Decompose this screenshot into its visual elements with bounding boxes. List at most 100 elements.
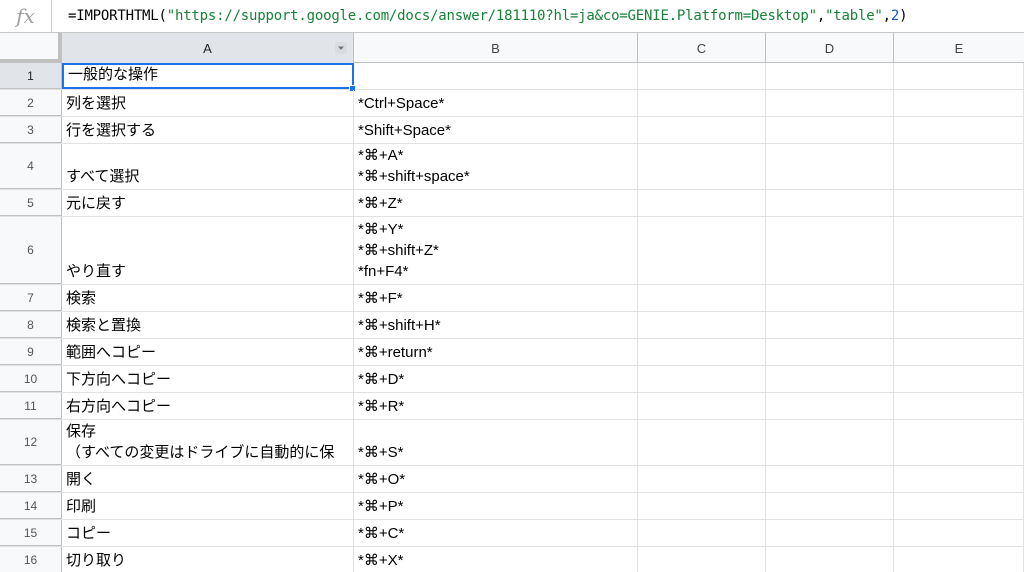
cell-a[interactable]: 元に戻す <box>62 190 354 216</box>
row-header[interactable]: 11 <box>0 393 62 419</box>
row-header[interactable]: 3 <box>0 117 62 143</box>
cell-a[interactable]: 行を選択する <box>62 117 354 143</box>
cell-b[interactable]: *⌘+shift+H* <box>354 312 638 338</box>
cell-c[interactable] <box>638 144 766 189</box>
cell-b[interactable]: *Shift+Space* <box>354 117 638 143</box>
cell-a[interactable]: 右方向へコピー <box>62 393 354 419</box>
cell-b[interactable]: *⌘+F* <box>354 285 638 311</box>
cell-c[interactable] <box>638 366 766 392</box>
spreadsheet-grid[interactable]: A B C D E 1 一般的な操作 2 列を選択 *Ctrl+Space* 3 行を選択す… <box>0 33 1024 572</box>
cell-b[interactable]: *⌘+D* <box>354 366 638 392</box>
cell-c[interactable] <box>638 493 766 519</box>
formula-bar[interactable]: fx =IMPORTHTML("https://support.google.c… <box>0 0 1024 33</box>
cell-c[interactable] <box>638 190 766 216</box>
cell-b[interactable]: *⌘+X* <box>354 547 638 572</box>
formula-input[interactable]: =IMPORTHTML("https://support.google.com/… <box>52 8 908 24</box>
cell-a[interactable]: 開く <box>62 466 354 492</box>
cell-d[interactable] <box>766 420 894 465</box>
row-header[interactable]: 5 <box>0 190 62 216</box>
cell-d[interactable] <box>766 144 894 189</box>
cell-b[interactable]: *⌘+Y* *⌘+shift+Z* *fn+F4* <box>354 217 638 284</box>
row-header[interactable]: 13 <box>0 466 62 492</box>
cell-d[interactable] <box>766 285 894 311</box>
cell-d[interactable] <box>766 493 894 519</box>
row-header[interactable]: 2 <box>0 90 62 116</box>
cell-c[interactable] <box>638 420 766 465</box>
cell-e[interactable] <box>894 393 1024 419</box>
cell-d[interactable] <box>766 366 894 392</box>
cell-a[interactable]: 検索 <box>62 285 354 311</box>
row-header[interactable]: 10 <box>0 366 62 392</box>
cell-b[interactable]: *⌘+R* <box>354 393 638 419</box>
cell-b[interactable] <box>354 63 638 89</box>
row-header[interactable]: 7 <box>0 285 62 311</box>
cell-b[interactable]: *⌘+P* <box>354 493 638 519</box>
cell-c[interactable] <box>638 90 766 116</box>
cell-c[interactable] <box>638 339 766 365</box>
cell-d[interactable] <box>766 117 894 143</box>
cell-b[interactable]: *⌘+A* *⌘+shift+space* <box>354 144 638 189</box>
cell-a[interactable]: 検索と置換 <box>62 312 354 338</box>
cell-a[interactable]: 切り取り <box>62 547 354 572</box>
cell-a[interactable]: コピー <box>62 520 354 546</box>
row-header[interactable]: 6 <box>0 217 62 284</box>
cell-b[interactable]: *⌘+Z* <box>354 190 638 216</box>
cell-a[interactable]: 範囲へコピー <box>62 339 354 365</box>
cell-e[interactable] <box>894 217 1024 284</box>
column-header-a[interactable]: A <box>62 33 354 63</box>
cell-a[interactable]: 下方向へコピー <box>62 366 354 392</box>
cell-d[interactable] <box>766 63 894 89</box>
cell-a[interactable]: 印刷 <box>62 493 354 519</box>
cell-b[interactable]: *⌘+S* <box>354 420 638 465</box>
row-header[interactable]: 8 <box>0 312 62 338</box>
cell-c[interactable] <box>638 63 766 89</box>
cell-e[interactable] <box>894 312 1024 338</box>
cell-c[interactable] <box>638 117 766 143</box>
cell-e[interactable] <box>894 285 1024 311</box>
row-header[interactable]: 14 <box>0 493 62 519</box>
cell-a[interactable]: やり直す <box>62 217 354 284</box>
cell-a[interactable]: すべて選択 <box>62 144 354 189</box>
column-header-b[interactable]: B <box>354 33 638 63</box>
cell-c[interactable] <box>638 393 766 419</box>
row-header[interactable]: 15 <box>0 520 62 546</box>
cell-d[interactable] <box>766 190 894 216</box>
cell-d[interactable] <box>766 339 894 365</box>
column-header-e[interactable]: E <box>894 33 1024 63</box>
cell-b[interactable]: *⌘+O* <box>354 466 638 492</box>
cell-e[interactable] <box>894 63 1024 89</box>
cell-e[interactable] <box>894 90 1024 116</box>
cell-e[interactable] <box>894 117 1024 143</box>
row-header[interactable]: 16 <box>0 547 62 572</box>
cell-e[interactable] <box>894 366 1024 392</box>
cell-d[interactable] <box>766 217 894 284</box>
cell-e[interactable] <box>894 466 1024 492</box>
cell-d[interactable] <box>766 312 894 338</box>
cell-d[interactable] <box>766 547 894 572</box>
cell-b[interactable]: *Ctrl+Space* <box>354 90 638 116</box>
column-dropdown-icon[interactable] <box>335 42 347 54</box>
cell-c[interactable] <box>638 217 766 284</box>
cell-b[interactable]: *⌘+C* <box>354 520 638 546</box>
cell-e[interactable] <box>894 420 1024 465</box>
cell-b[interactable]: *⌘+return* <box>354 339 638 365</box>
column-header-d[interactable]: D <box>766 33 894 63</box>
column-header-c[interactable]: C <box>638 33 766 63</box>
active-cell-a1[interactable]: 一般的な操作 <box>62 63 354 89</box>
cell-c[interactable] <box>638 312 766 338</box>
cell-c[interactable] <box>638 285 766 311</box>
cell-e[interactable] <box>894 520 1024 546</box>
row-header[interactable]: 12 <box>0 420 62 465</box>
cell-d[interactable] <box>766 90 894 116</box>
cell-c[interactable] <box>638 520 766 546</box>
cell-c[interactable] <box>638 547 766 572</box>
cell-e[interactable] <box>894 493 1024 519</box>
cell-e[interactable] <box>894 144 1024 189</box>
row-header[interactable]: 9 <box>0 339 62 365</box>
select-all-corner[interactable] <box>0 33 62 63</box>
cell-d[interactable] <box>766 466 894 492</box>
cell-e[interactable] <box>894 190 1024 216</box>
row-header[interactable]: 4 <box>0 144 62 189</box>
cell-d[interactable] <box>766 520 894 546</box>
cell-e[interactable] <box>894 339 1024 365</box>
